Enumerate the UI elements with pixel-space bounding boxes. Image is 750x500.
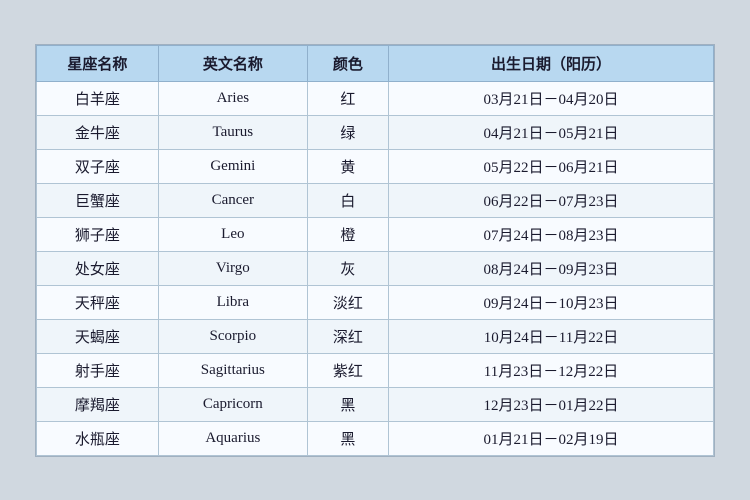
- cell-chinese: 天秤座: [37, 285, 159, 319]
- cell-color: 橙: [307, 217, 388, 251]
- cell-color: 紫红: [307, 353, 388, 387]
- cell-english: Scorpio: [158, 319, 307, 353]
- cell-english: Capricorn: [158, 387, 307, 421]
- cell-date: 07月24日－08月23日: [389, 217, 714, 251]
- cell-date: 09月24日－10月23日: [389, 285, 714, 319]
- cell-color: 黑: [307, 387, 388, 421]
- cell-chinese: 金牛座: [37, 115, 159, 149]
- cell-date: 06月22日－07月23日: [389, 183, 714, 217]
- cell-color: 深红: [307, 319, 388, 353]
- cell-english: Aquarius: [158, 421, 307, 455]
- cell-chinese: 巨蟹座: [37, 183, 159, 217]
- cell-date: 03月21日－04月20日: [389, 81, 714, 115]
- cell-english: Virgo: [158, 251, 307, 285]
- cell-english: Taurus: [158, 115, 307, 149]
- cell-english: Libra: [158, 285, 307, 319]
- table-header-row: 星座名称 英文名称 颜色 出生日期（阳历）: [37, 45, 714, 81]
- cell-english: Sagittarius: [158, 353, 307, 387]
- table-row: 摩羯座Capricorn黑12月23日－01月22日: [37, 387, 714, 421]
- header-english: 英文名称: [158, 45, 307, 81]
- header-chinese: 星座名称: [37, 45, 159, 81]
- cell-chinese: 双子座: [37, 149, 159, 183]
- cell-color: 灰: [307, 251, 388, 285]
- table-row: 天蝎座Scorpio深红10月24日－11月22日: [37, 319, 714, 353]
- cell-color: 红: [307, 81, 388, 115]
- cell-date: 04月21日－05月21日: [389, 115, 714, 149]
- table-row: 射手座Sagittarius紫红11月23日－12月22日: [37, 353, 714, 387]
- header-date: 出生日期（阳历）: [389, 45, 714, 81]
- table-row: 巨蟹座Cancer白06月22日－07月23日: [37, 183, 714, 217]
- cell-chinese: 摩羯座: [37, 387, 159, 421]
- cell-date: 01月21日－02月19日: [389, 421, 714, 455]
- cell-chinese: 射手座: [37, 353, 159, 387]
- table-row: 狮子座Leo橙07月24日－08月23日: [37, 217, 714, 251]
- table-body: 白羊座Aries红03月21日－04月20日金牛座Taurus绿04月21日－0…: [37, 81, 714, 455]
- cell-english: Gemini: [158, 149, 307, 183]
- cell-chinese: 天蝎座: [37, 319, 159, 353]
- cell-color: 白: [307, 183, 388, 217]
- table-row: 水瓶座Aquarius黑01月21日－02月19日: [37, 421, 714, 455]
- table-row: 天秤座Libra淡红09月24日－10月23日: [37, 285, 714, 319]
- cell-color: 黄: [307, 149, 388, 183]
- cell-chinese: 处女座: [37, 251, 159, 285]
- header-color: 颜色: [307, 45, 388, 81]
- cell-english: Leo: [158, 217, 307, 251]
- cell-color: 黑: [307, 421, 388, 455]
- table-row: 白羊座Aries红03月21日－04月20日: [37, 81, 714, 115]
- cell-chinese: 白羊座: [37, 81, 159, 115]
- cell-color: 淡红: [307, 285, 388, 319]
- cell-date: 11月23日－12月22日: [389, 353, 714, 387]
- cell-chinese: 水瓶座: [37, 421, 159, 455]
- table-row: 处女座Virgo灰08月24日－09月23日: [37, 251, 714, 285]
- cell-english: Cancer: [158, 183, 307, 217]
- zodiac-table: 星座名称 英文名称 颜色 出生日期（阳历） 白羊座Aries红03月21日－04…: [36, 45, 714, 456]
- cell-color: 绿: [307, 115, 388, 149]
- cell-date: 05月22日－06月21日: [389, 149, 714, 183]
- zodiac-table-container: 星座名称 英文名称 颜色 出生日期（阳历） 白羊座Aries红03月21日－04…: [35, 44, 715, 457]
- table-row: 双子座Gemini黄05月22日－06月21日: [37, 149, 714, 183]
- cell-date: 12月23日－01月22日: [389, 387, 714, 421]
- cell-chinese: 狮子座: [37, 217, 159, 251]
- table-row: 金牛座Taurus绿04月21日－05月21日: [37, 115, 714, 149]
- cell-english: Aries: [158, 81, 307, 115]
- cell-date: 08月24日－09月23日: [389, 251, 714, 285]
- cell-date: 10月24日－11月22日: [389, 319, 714, 353]
